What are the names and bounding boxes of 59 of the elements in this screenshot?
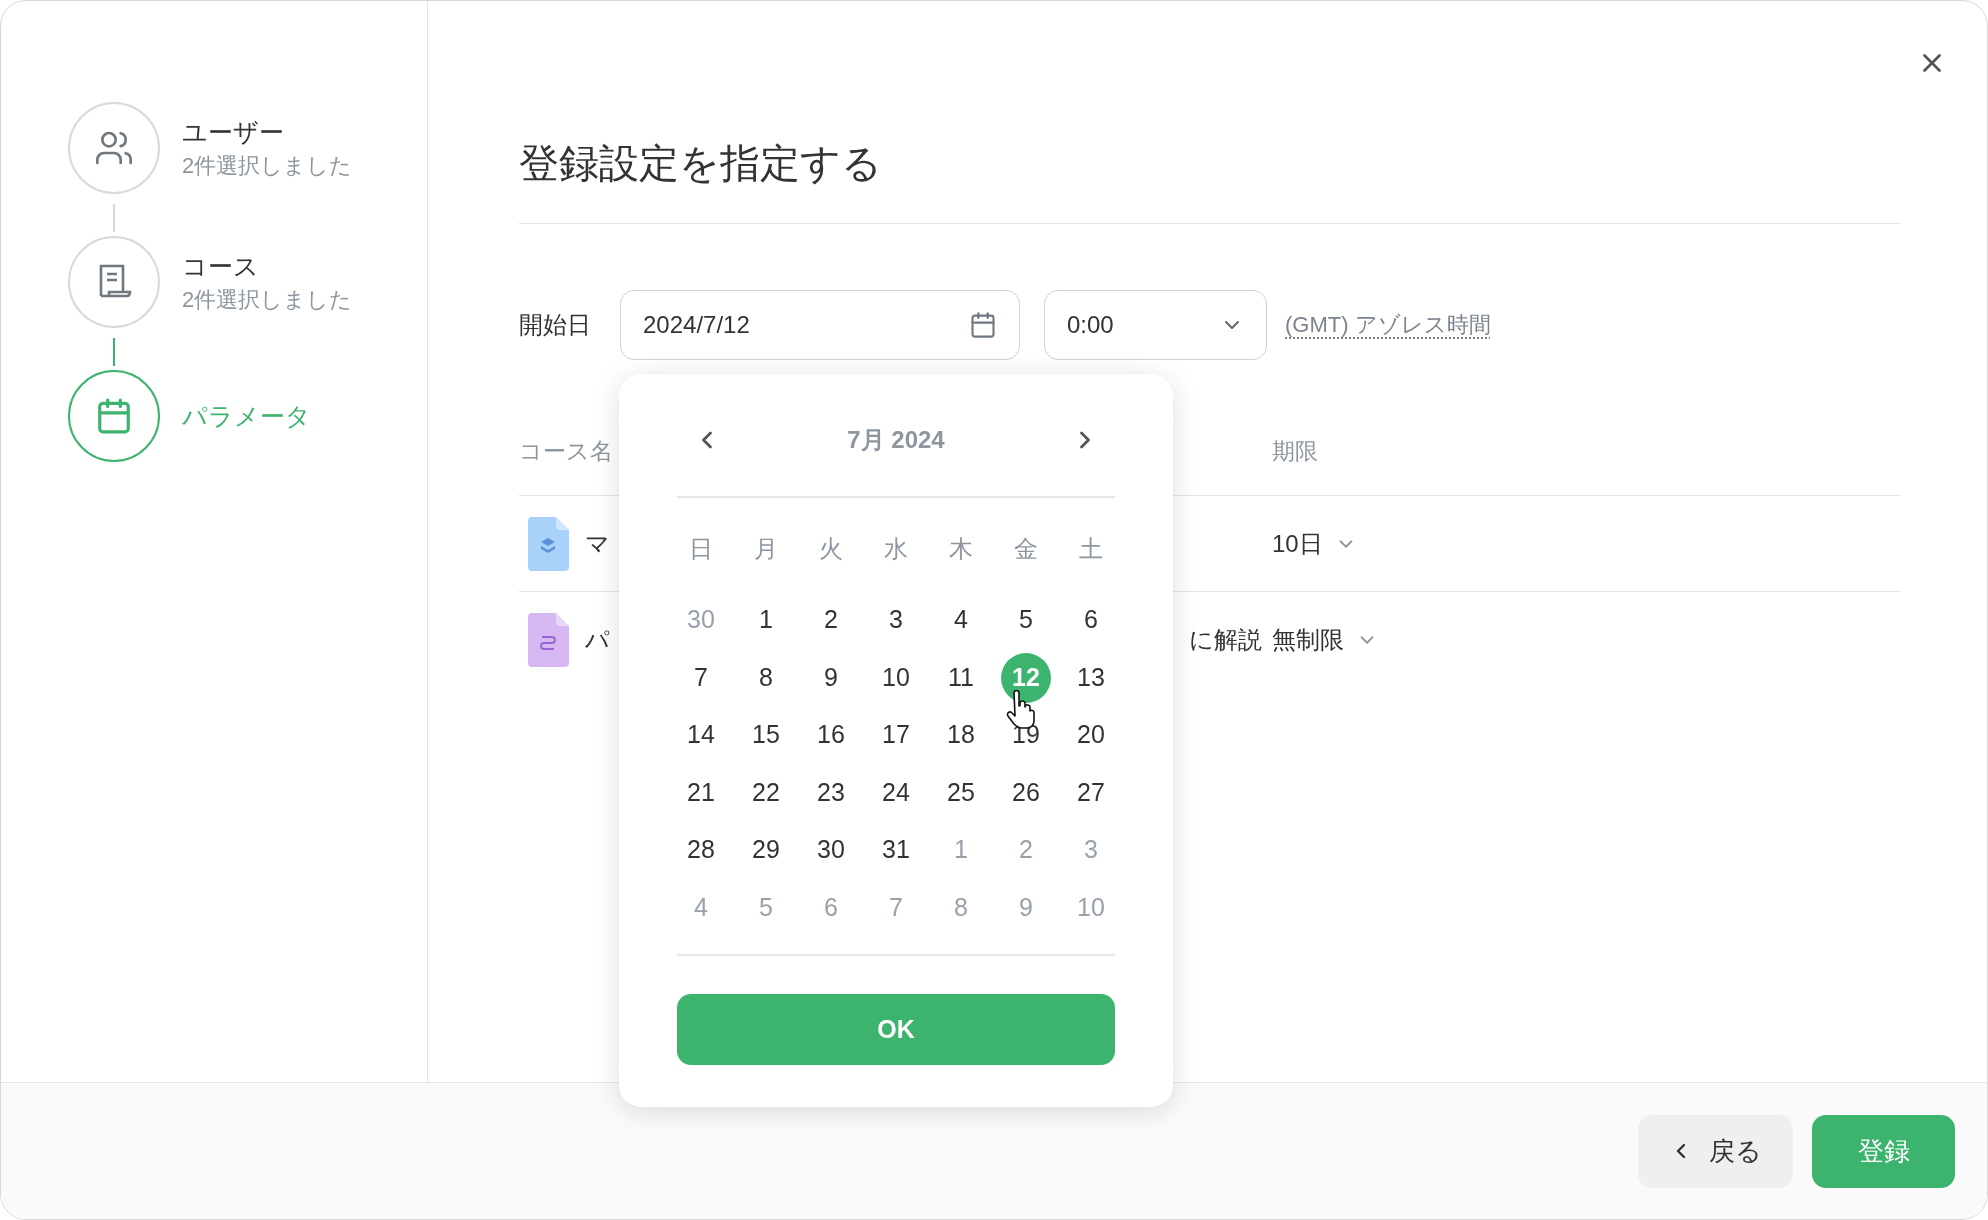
calendar-day[interactable]: 13 xyxy=(1058,648,1124,706)
calendar-day[interactable]: 27 xyxy=(1058,763,1124,821)
time-select[interactable]: 0:00 xyxy=(1044,290,1267,360)
calendar-day[interactable]: 28 xyxy=(668,821,734,879)
calendar-day[interactable]: 20 xyxy=(1058,706,1124,764)
weekday-label: 土 xyxy=(1078,533,1104,564)
calendar-day[interactable]: 29 xyxy=(733,821,799,879)
course-name: に解説 xyxy=(1189,625,1263,655)
calendar-day[interactable]: 31 xyxy=(863,821,929,879)
weekday-label: 水 xyxy=(883,533,909,564)
step-title: コース xyxy=(182,250,260,282)
calendar-day[interactable]: 18 xyxy=(928,706,994,764)
calendar-day[interactable]: 26 xyxy=(993,763,1059,821)
timezone-link[interactable]: (GMT) アゾレス時間 xyxy=(1285,310,1491,340)
calendar-day[interactable]: 17 xyxy=(863,706,929,764)
course-name: マ xyxy=(585,528,610,559)
weekday-label: 木 xyxy=(948,533,974,564)
calendar-day[interactable]: 23 xyxy=(798,763,864,821)
calendar-day[interactable]: 2 xyxy=(798,591,864,649)
back-button[interactable]: 戻る xyxy=(1638,1114,1793,1188)
start-date-label: 開始日 xyxy=(519,310,592,340)
date-field[interactable]: 2024/7/12 xyxy=(620,290,1020,360)
calendar-day[interactable]: 5 xyxy=(993,591,1059,649)
calendar-day[interactable]: 1 xyxy=(733,591,799,649)
deadline-select[interactable]: 無制限 xyxy=(1272,624,1378,656)
calendar-day[interactable]: 25 xyxy=(928,763,994,821)
deadline-value: 無制限 xyxy=(1272,625,1344,655)
deadline-value: 10日 xyxy=(1272,528,1323,559)
calendar-day[interactable]: 14 xyxy=(668,706,734,764)
weekday-label: 金 xyxy=(1013,533,1039,564)
calendar-day[interactable]: 4 xyxy=(928,591,994,649)
step-title: ユーザー xyxy=(182,116,285,148)
column-header: 期限 xyxy=(1272,437,1318,466)
calendar-day[interactable]: 8 xyxy=(733,648,799,706)
calendar-day[interactable]: 3 xyxy=(863,591,929,649)
calendar-icon xyxy=(95,397,133,435)
deadline-select[interactable]: 10日 xyxy=(1272,527,1357,560)
calendar-day[interactable]: 6 xyxy=(1058,591,1124,649)
calendar-day[interactable]: 9 xyxy=(798,648,864,706)
column-header: コース名 xyxy=(519,437,613,466)
calendar-icon xyxy=(969,311,997,339)
calendar-day[interactable]: 15 xyxy=(733,706,799,764)
weekday-label: 火 xyxy=(818,533,844,564)
calendar-day[interactable]: 7 xyxy=(668,648,734,706)
step-subtitle: 2件選択しました xyxy=(182,285,353,314)
calendar-day[interactable]: 30 xyxy=(798,821,864,879)
calendar-day[interactable]: 24 xyxy=(863,763,929,821)
step-title: パラメータ xyxy=(182,400,311,432)
weekday-label: 日 xyxy=(688,533,714,564)
month-label: 7月 2024 xyxy=(847,425,945,455)
calendar-day[interactable]: 21 xyxy=(668,763,734,821)
step-subtitle: 2件選択しました xyxy=(182,151,353,180)
calendar-day[interactable]: 22 xyxy=(733,763,799,821)
course-name: パ xyxy=(585,625,610,655)
weekday-label: 月 xyxy=(753,533,779,564)
calendar-day[interactable]: 11 xyxy=(928,648,994,706)
calendar-day[interactable]: 16 xyxy=(798,706,864,764)
calendar-day[interactable]: 10 xyxy=(863,648,929,706)
dialog-title: 登録設定を指定する xyxy=(519,139,1901,224)
